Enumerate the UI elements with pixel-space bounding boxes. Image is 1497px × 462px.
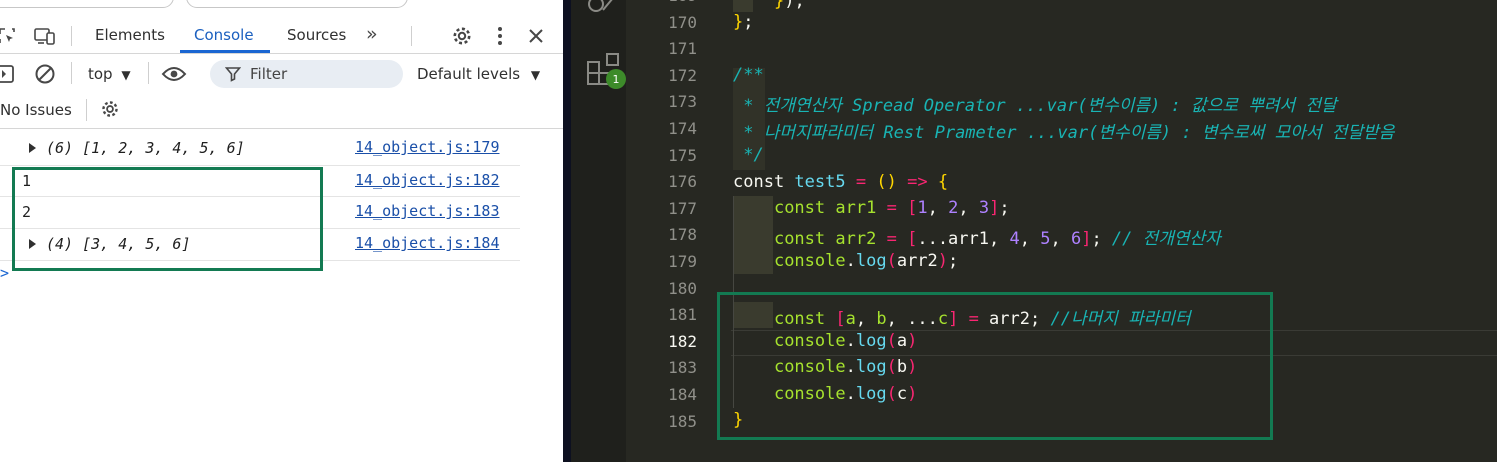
sidebar-toggle-icon[interactable] xyxy=(0,63,16,85)
code-line: const test5 = () => { xyxy=(733,172,949,192)
inspect-element-icon[interactable] xyxy=(0,26,18,46)
tab-separator xyxy=(71,26,72,46)
line-number: 175 xyxy=(668,145,697,165)
tab-separator xyxy=(411,26,412,46)
line-number: 171 xyxy=(668,39,697,59)
code-line: }); xyxy=(773,0,805,11)
default-levels-dropdown[interactable]: Default levels ▼ xyxy=(417,65,540,83)
line-number: 180 xyxy=(668,278,697,298)
code-editor: 1 169 170 171 172 173 174 175 176 177 178 179 180 18… xyxy=(571,0,1497,462)
log-source-link[interactable]: 14_object.js:183 xyxy=(355,202,500,220)
toolbar-separator xyxy=(71,62,72,84)
log-array-preview: (6) [1, 2, 3, 4, 5, 6] xyxy=(46,139,245,157)
search-pill xyxy=(186,0,408,8)
tab-sources[interactable]: Sources xyxy=(287,26,346,44)
address-pill xyxy=(0,0,174,8)
code-line: * 전개연산자 Spread Operator ...var(변수이름) : 값… xyxy=(733,96,1337,116)
toolbar-separator xyxy=(148,62,149,84)
devtools-panel: Elements Console Sources » top ▼ Filter … xyxy=(0,0,563,462)
code-line: * 나머지파라미터 Rest Prameter ...var(변수이름) : 변… xyxy=(733,123,1395,143)
line-number: 178 xyxy=(668,225,697,245)
line-number: 181 xyxy=(668,305,697,325)
line-number: 183 xyxy=(668,358,697,378)
filter-funnel-icon xyxy=(224,65,242,83)
line-number: 184 xyxy=(668,385,697,404)
issues-separator xyxy=(86,99,87,121)
issues-bar xyxy=(0,92,563,129)
tab-elements[interactable]: Elements xyxy=(95,26,165,44)
code-line: console.log(arr2); xyxy=(773,251,959,271)
line-number: 174 xyxy=(668,119,697,138)
clear-console-icon[interactable] xyxy=(33,63,57,85)
expand-arrow-icon[interactable] xyxy=(29,143,36,153)
debug-icon[interactable] xyxy=(585,0,615,18)
line-number: 177 xyxy=(668,198,697,218)
more-tabs-icon[interactable]: » xyxy=(366,23,378,45)
line-number: 182 xyxy=(668,331,697,351)
filter-input[interactable] xyxy=(210,60,403,88)
tab-console[interactable]: Console xyxy=(194,26,254,44)
highlight-box xyxy=(717,292,1273,440)
live-expression-eye-icon[interactable] xyxy=(161,63,187,85)
active-tab-indicator xyxy=(180,50,270,53)
log-source-link[interactable]: 14_object.js:182 xyxy=(355,171,500,189)
window-divider xyxy=(563,0,571,462)
log-source-link[interactable]: 14_object.js:184 xyxy=(355,234,500,252)
devtools-tabbar: Elements Console Sources » xyxy=(0,18,563,54)
filter-placeholder: Filter xyxy=(250,65,288,83)
activity-bar: 1 xyxy=(571,0,626,462)
device-toolbar-icon[interactable] xyxy=(33,26,57,46)
line-number: 185 xyxy=(668,411,697,431)
line-number: 169 xyxy=(641,0,697,5)
code-line: /** xyxy=(733,65,764,85)
line-number: 179 xyxy=(668,252,697,271)
line-number: 173 xyxy=(668,92,697,112)
line-number: 172 xyxy=(668,65,697,85)
code-line: }; xyxy=(733,12,754,32)
log-source-link[interactable]: 14_object.js:179 xyxy=(355,138,500,156)
console-prompt[interactable]: > xyxy=(0,264,9,282)
issues-counter[interactable]: No Issues xyxy=(0,101,72,119)
highlight-box xyxy=(12,167,323,271)
settings-gear-icon[interactable] xyxy=(450,24,474,48)
context-selector[interactable]: top ▼ xyxy=(88,65,131,83)
line-number: 176 xyxy=(668,172,697,192)
log-message: (6) [1, 2, 3, 4, 5, 6] xyxy=(46,139,245,157)
levels-label: Default levels xyxy=(417,65,521,83)
console-settings-gear-icon[interactable] xyxy=(99,98,121,120)
code-line: const arr1 = [1, 2, 3]; xyxy=(773,198,1010,218)
code-line: const arr2 = [...arr1, 4, 5, 6]; // 전개연산… xyxy=(773,229,1221,249)
more-options-icon[interactable] xyxy=(490,24,510,48)
close-icon[interactable] xyxy=(525,24,547,48)
top-strip xyxy=(0,0,563,18)
extensions-badge: 1 xyxy=(606,69,626,89)
context-label: top xyxy=(88,65,113,83)
line-number: 170 xyxy=(668,12,697,32)
caret-down-icon: ▼ xyxy=(530,68,541,82)
code-line: */ xyxy=(733,145,764,165)
caret-down-icon: ▼ xyxy=(121,68,131,82)
